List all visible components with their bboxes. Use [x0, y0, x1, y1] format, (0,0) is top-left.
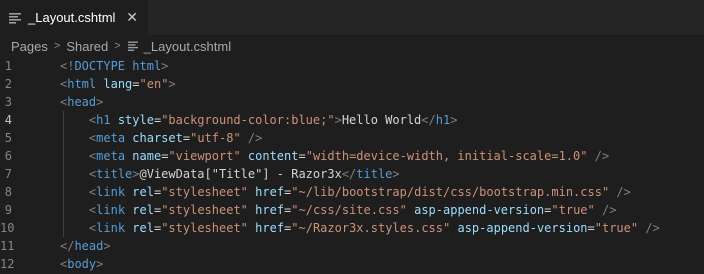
breadcrumb-item-file[interactable]: _Layout.cshtml [144, 39, 231, 54]
code-line[interactable]: 2 <html lang="en"> [0, 75, 704, 93]
code-line[interactable]: 11 </head> [0, 237, 704, 255]
code-line[interactable]: 1 <!DOCTYPE html> [0, 57, 704, 75]
indent-guide [63, 129, 64, 147]
breadcrumb-item-shared[interactable]: Shared [66, 39, 108, 54]
file-code-icon [8, 11, 22, 25]
breadcrumb-item-pages[interactable]: Pages [11, 39, 48, 54]
code-line[interactable]: 4 <h1 style="background-color:blue;">Hel… [0, 111, 704, 129]
code-text: <head> [60, 95, 104, 109]
line-number: 1 [4, 59, 12, 73]
code-line[interactable]: 9 <link rel="stylesheet" href="~/css/sit… [0, 201, 704, 219]
code-line[interactable]: 7 <title>@ViewData["Title"] - Razor3x</t… [0, 165, 704, 183]
tab-bar: _Layout.cshtml ✕ [0, 0, 704, 35]
chevron-right-icon: > [53, 40, 61, 52]
indent-guide [63, 219, 64, 237]
line-number: 5 [4, 131, 12, 145]
line-number: 12 [0, 257, 15, 271]
line-number: 4 [4, 113, 12, 127]
line-number: 11 [0, 239, 15, 253]
code-text: <link rel="stylesheet" href="~/css/site.… [60, 201, 616, 219]
code-text: <html lang="en"> [60, 77, 176, 91]
close-icon[interactable]: ✕ [126, 11, 138, 25]
line-number: 10 [0, 221, 15, 235]
chevron-right-icon: > [114, 40, 121, 52]
line-number: 9 [4, 203, 12, 217]
code-editor[interactable]: 1 <!DOCTYPE html> 2 <html lang="en"> 3 <head>… [0, 57, 704, 274]
line-number: 6 [4, 149, 12, 163]
indent-guide [63, 165, 64, 183]
line-number: 2 [4, 77, 12, 91]
code-text: </head> [60, 239, 111, 253]
code-text: <link rel="stylesheet" href="~/Razor3x.s… [60, 219, 660, 237]
tab-label: _Layout.cshtml [28, 10, 116, 25]
code-line[interactable]: 6 <meta name="viewport" content="width=d… [0, 147, 704, 165]
code-text: <!DOCTYPE html> [60, 59, 169, 73]
indent-guide [63, 147, 64, 165]
code-text: <title>@ViewData["Title"] - Razor3x</tit… [60, 165, 400, 183]
indent-guide [63, 111, 64, 129]
tab-layout-cshtml[interactable]: _Layout.cshtml ✕ [0, 0, 148, 35]
file-code-icon [127, 40, 139, 52]
indent-guide [63, 201, 64, 219]
line-number: 3 [4, 95, 12, 109]
code-text: <meta name="viewport" content="width=dev… [60, 147, 609, 165]
code-text: <h1 style="background-color:blue;">Hello… [60, 111, 457, 129]
code-text: <body> [60, 257, 104, 271]
line-number: 8 [4, 185, 12, 199]
code-line[interactable]: 12 <body> [0, 255, 704, 273]
code-text: <meta charset="utf-8" /> [60, 129, 262, 147]
code-line[interactable]: 10 <link rel="stylesheet" href="~/Razor3… [0, 219, 704, 237]
line-number: 7 [4, 167, 12, 181]
code-line[interactable]: 3 <head> [0, 93, 704, 111]
code-line[interactable]: 5 <meta charset="utf-8" /> [0, 129, 704, 147]
indent-guide [63, 183, 64, 201]
code-line[interactable]: 8 <link rel="stylesheet" href="~/lib/boo… [0, 183, 704, 201]
breadcrumb: Pages > Shared > _Layout.cshtml [0, 35, 704, 57]
code-text: <link rel="stylesheet" href="~/lib/boots… [60, 183, 631, 201]
